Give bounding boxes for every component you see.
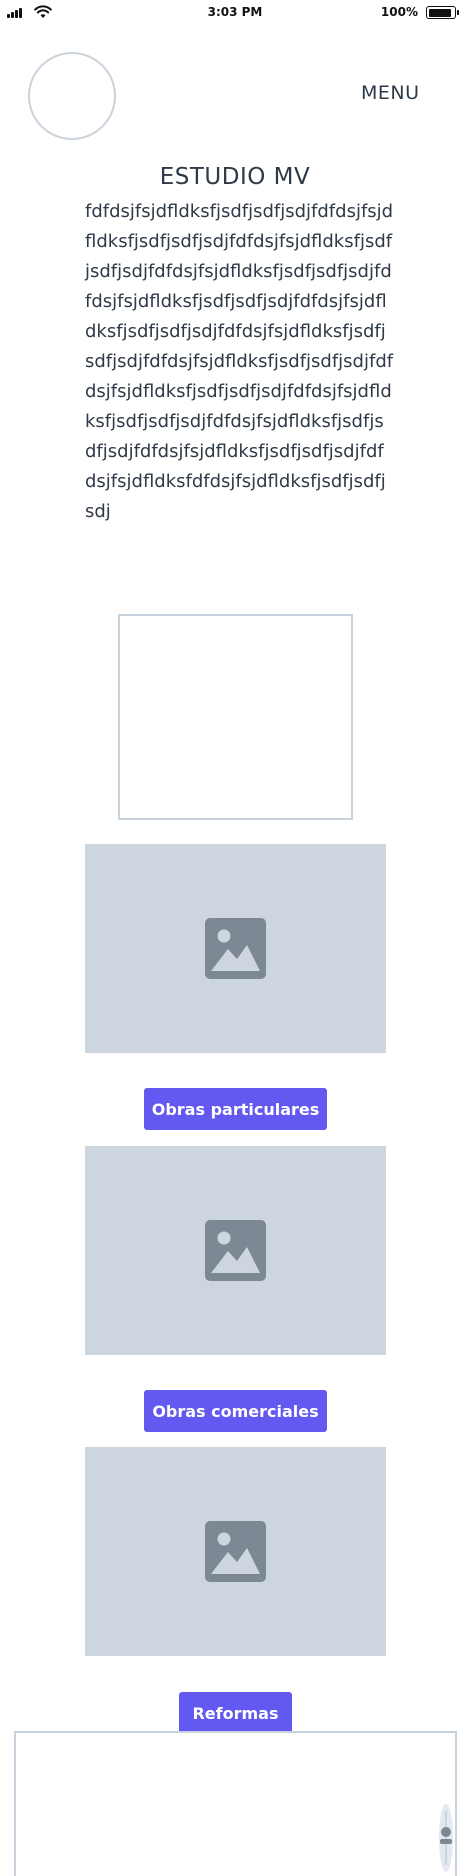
intro-paragraph: fdfdsjfsjdfldksfjsdfjsdfjsdjfdfdsjfsjdfl… <box>85 201 394 522</box>
media-frame <box>118 614 353 820</box>
obras-particulares-button[interactable]: Obras particulares <box>144 1088 327 1130</box>
battery-icon <box>426 6 459 19</box>
obras-comerciales-button[interactable]: Obras comerciales <box>144 1390 327 1432</box>
image-icon <box>205 1220 266 1281</box>
status-bar: 3:03 PM 100% <box>0 0 470 26</box>
image-placeholder <box>85 844 386 1053</box>
page-title: ESTUDIO MV <box>159 164 311 190</box>
reformas-button[interactable]: Reformas <box>179 1692 292 1734</box>
image-icon <box>205 918 266 979</box>
slider-handle-icon[interactable] <box>437 1803 455 1873</box>
bottom-panel <box>14 1731 457 1876</box>
image-icon <box>205 1521 266 1582</box>
image-placeholder <box>85 1146 386 1355</box>
menu-button[interactable]: MENU <box>361 82 420 104</box>
logo-placeholder[interactable] <box>28 52 116 140</box>
image-placeholder <box>85 1447 386 1656</box>
battery-percentage: 100% <box>380 5 418 19</box>
